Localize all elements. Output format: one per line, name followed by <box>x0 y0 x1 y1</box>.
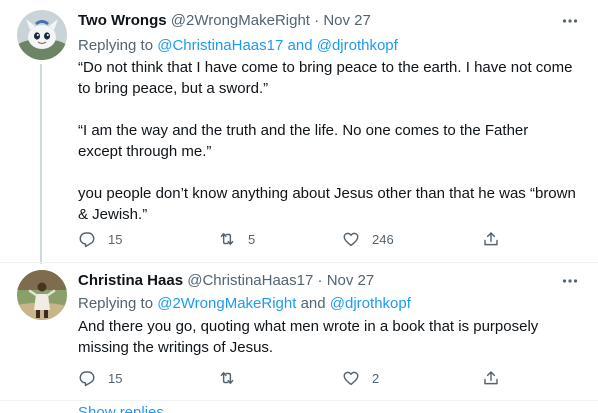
tweet-paragraph: you people don’t know anything about Jes… <box>78 185 576 223</box>
tweet-text: And there you go, quoting what men wrote… <box>78 316 576 358</box>
reply-count: 15 <box>108 370 123 386</box>
like-count: 246 <box>372 231 394 247</box>
tweet-paragraph: “Do not think that I have come to bring … <box>78 59 573 97</box>
ellipsis-icon[interactable] <box>560 11 580 31</box>
share-button[interactable] <box>482 368 500 388</box>
retweet-button[interactable] <box>218 368 248 388</box>
retweet-icon <box>220 372 234 384</box>
tweet[interactable]: Two Wrongs @2WrongMakeRight · Nov 27 Rep… <box>0 0 598 264</box>
replying-to-label: Replying to <box>78 37 158 54</box>
tweet-header: Two Wrongs @2WrongMakeRight · Nov 27 <box>78 12 584 32</box>
replying-to: Replying to @2WrongMakeRight and @djroth… <box>78 295 411 312</box>
reply-button[interactable]: 15 <box>78 368 122 388</box>
replying-to-and: and <box>296 295 330 312</box>
separator-dot: · <box>314 12 320 29</box>
tweet-actions: 15 5 246 <box>78 229 508 249</box>
share-button[interactable] <box>482 229 500 249</box>
thread-connector-line <box>40 64 42 264</box>
heart-icon <box>343 371 359 386</box>
tweet[interactable]: Christina Haas @ChristinaHaas17 · Nov 27… <box>0 262 598 402</box>
replying-to-and[interactable]: and <box>283 37 316 54</box>
user-handle[interactable]: @ChristinaHaas17 <box>187 272 313 289</box>
tweet-paragraph: And there you go, quoting what men wrote… <box>78 318 539 356</box>
tweet-paragraph: “I am the way and the truth and the life… <box>78 122 529 160</box>
display-name[interactable]: Christina Haas <box>78 272 183 289</box>
tweet-text: “Do not think that I have come to bring … <box>78 57 576 225</box>
avatar-photo-image <box>17 270 67 320</box>
retweet-button[interactable]: 5 <box>218 229 255 249</box>
tweet-divider <box>0 400 598 401</box>
ellipsis-icon[interactable] <box>560 271 580 291</box>
tweet-actions: 15 2 <box>78 368 508 388</box>
replying-to-label: Replying to <box>78 295 158 312</box>
avatar[interactable] <box>17 270 67 320</box>
tweet-date[interactable]: Nov 27 <box>323 12 371 29</box>
conversation-thread: Two Wrongs @2WrongMakeRight · Nov 27 Rep… <box>0 0 598 413</box>
share-icon <box>484 232 498 246</box>
tweet-header: Christina Haas @ChristinaHaas17 · Nov 27 <box>78 272 584 292</box>
avatar-cartoon-image <box>17 10 67 60</box>
user-handle[interactable]: @2WrongMakeRight <box>171 12 310 29</box>
tweet-date[interactable]: Nov 27 <box>327 272 375 289</box>
avatar[interactable] <box>17 10 67 60</box>
display-name[interactable]: Two Wrongs <box>78 12 167 29</box>
retweet-icon <box>220 233 234 245</box>
reply-count: 15 <box>108 231 123 247</box>
mention-link[interactable]: @djrothkopf <box>317 37 398 54</box>
reply-icon <box>79 232 95 248</box>
mention-link[interactable]: @2WrongMakeRight <box>157 295 296 312</box>
reply-icon <box>79 371 95 387</box>
retweet-count: 5 <box>248 231 256 247</box>
reply-button[interactable]: 15 <box>78 229 122 249</box>
replying-to: Replying to @ChristinaHaas17 and @djroth… <box>78 37 398 54</box>
like-count: 2 <box>372 370 380 386</box>
mention-link[interactable]: @djrothkopf <box>330 295 411 312</box>
separator-dot: · <box>317 272 323 289</box>
like-button[interactable]: 246 <box>342 229 394 249</box>
like-button[interactable]: 2 <box>342 368 379 388</box>
mention-link[interactable]: @ChristinaHaas17 <box>157 37 283 54</box>
heart-icon <box>343 232 359 247</box>
show-replies-link[interactable]: Show replies <box>78 403 164 413</box>
share-icon <box>484 371 498 385</box>
